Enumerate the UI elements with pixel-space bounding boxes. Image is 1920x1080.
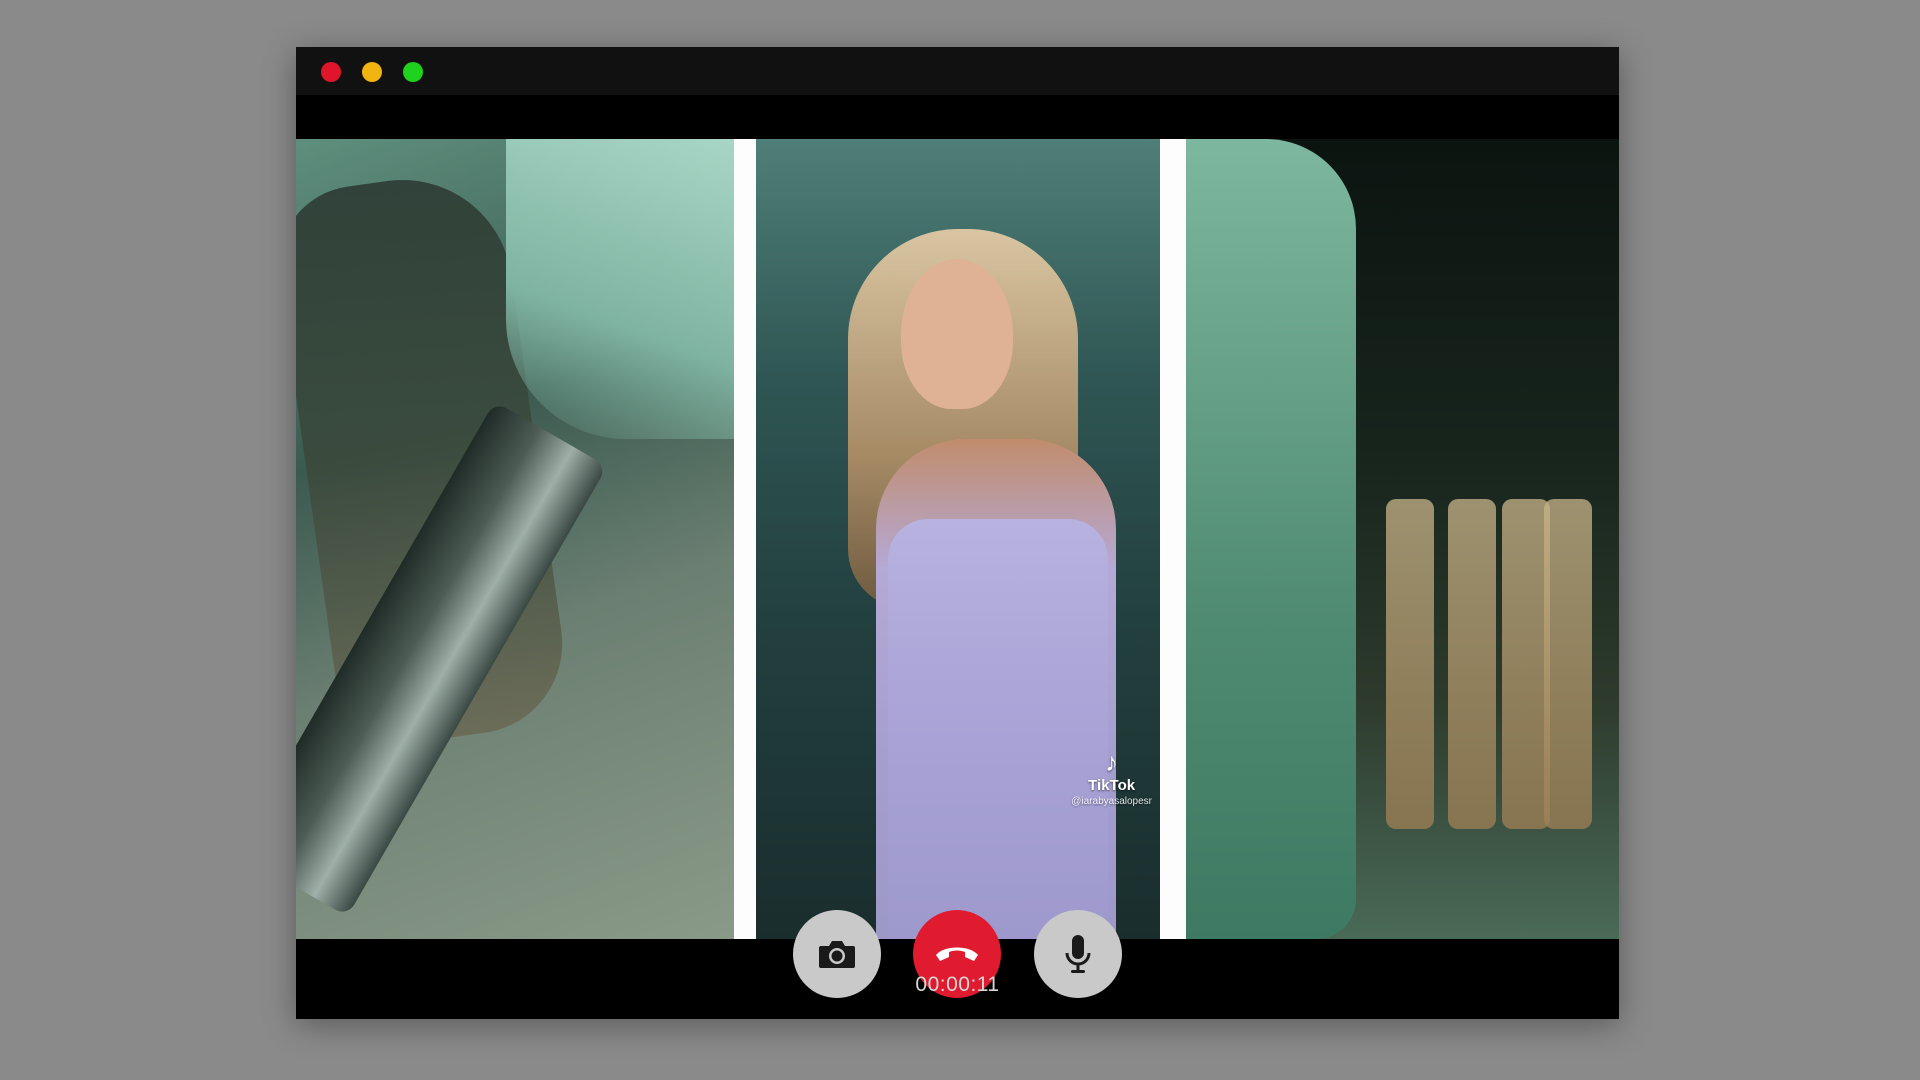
chair <box>1386 499 1434 829</box>
video-area: ♪ TikTok @iarabyasalopesr <box>296 139 1619 939</box>
video-call-window: ♪ TikTok @iarabyasalopesr 00:00:11 <box>296 47 1619 1019</box>
maximize-window-button[interactable] <box>403 62 423 82</box>
call-timer: 00:00:11 <box>915 973 1000 996</box>
minimize-window-button[interactable] <box>362 62 382 82</box>
camera-icon <box>819 941 855 968</box>
caller-dress <box>888 519 1108 939</box>
shirt-sleeve <box>506 139 734 439</box>
blurred-person <box>1186 139 1356 939</box>
tiktok-handle: @iarabyasalopesr <box>1071 796 1152 807</box>
left-background-video <box>296 139 734 939</box>
tiktok-watermark: ♪ TikTok @iarabyasalopesr <box>1071 749 1152 807</box>
chair <box>1502 499 1550 829</box>
close-window-button[interactable] <box>321 62 341 82</box>
caller-video: ♪ TikTok @iarabyasalopesr <box>756 139 1160 939</box>
chair <box>1448 499 1496 829</box>
caller-face <box>901 259 1013 409</box>
right-background-video <box>1186 139 1619 939</box>
phone-hangup-icon <box>936 947 978 961</box>
remote-video-feed: ♪ TikTok @iarabyasalopesr <box>734 139 1186 939</box>
tiktok-label: TikTok <box>1088 777 1136 794</box>
microphone-icon <box>1065 935 1091 973</box>
tiktok-icon: ♪ <box>1105 747 1119 777</box>
chair <box>1544 499 1592 829</box>
title-bar <box>296 47 1619 95</box>
